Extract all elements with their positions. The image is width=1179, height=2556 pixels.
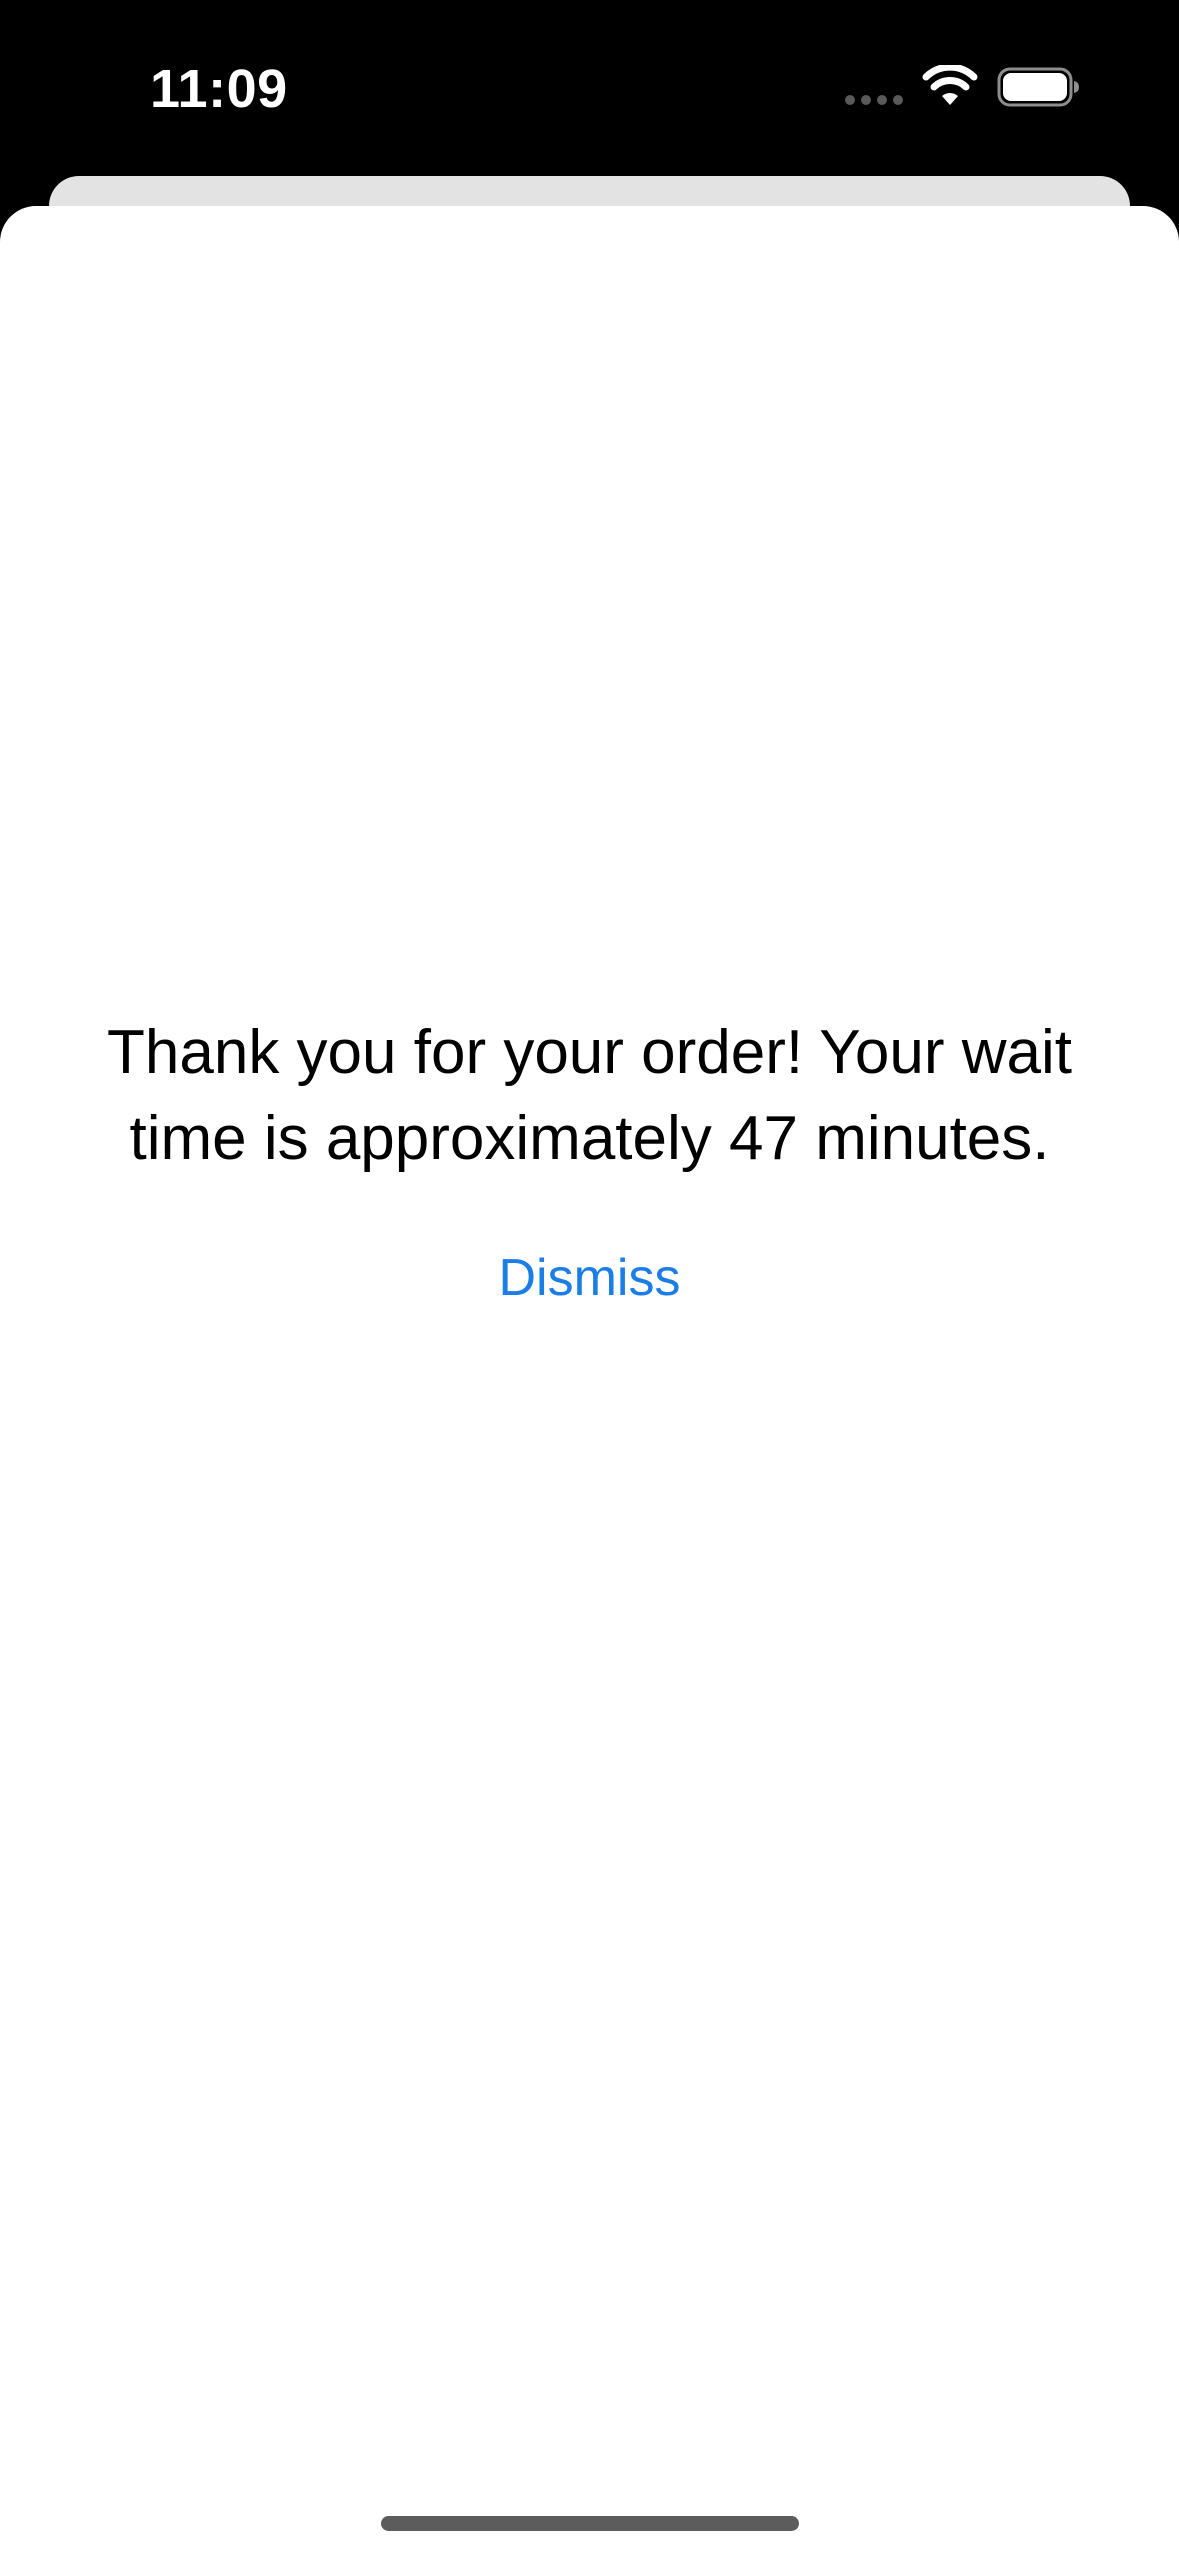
cellular-signal-icon	[845, 95, 905, 107]
home-indicator[interactable]	[381, 2516, 799, 2531]
phone-screen: 11:09 Thank you for your order! Your wai…	[0, 0, 1179, 2556]
order-confirmation-message: Thank you for your order! Your wait time…	[107, 1018, 1072, 1173]
dismiss-button[interactable]: Dismiss	[460, 1238, 719, 1318]
order-confirmation-sheet	[0, 206, 1179, 2556]
battery-icon	[997, 67, 1079, 107]
status-time: 11:09	[150, 59, 288, 119]
status-bar: 11:09	[0, 0, 1179, 175]
wifi-icon	[922, 65, 978, 105]
